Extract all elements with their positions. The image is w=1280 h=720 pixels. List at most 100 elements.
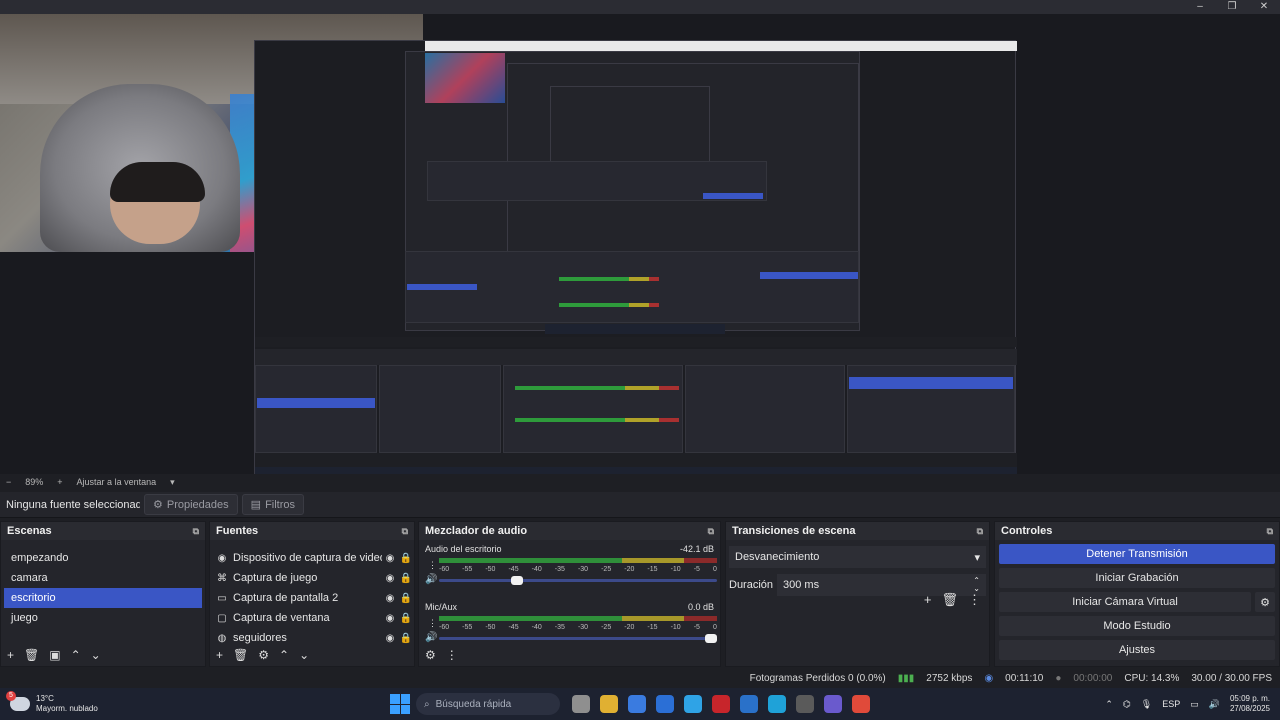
filter-icon: ▤ — [250, 499, 262, 511]
more-icon[interactable]: ⋮ — [968, 592, 981, 608]
source-item[interactable]: ▭ Captura de pantalla 2 ◉ 🔒 — [210, 588, 414, 608]
scene-item-juego[interactable]: juego — [4, 608, 202, 628]
tick: -25 — [601, 624, 612, 631]
lock-icon[interactable]: 🔒 — [398, 593, 414, 604]
undock-icon[interactable]: ⧉ — [193, 526, 199, 537]
lock-icon[interactable]: 🔒 — [398, 553, 414, 564]
volume-slider[interactable] — [439, 576, 717, 585]
undock-icon[interactable]: ⧉ — [402, 526, 408, 537]
context-bar: Ninguna fuente seleccionada ⚙ Propiedade… — [0, 492, 1280, 518]
taskbar-app-icon[interactable] — [768, 695, 786, 713]
start-recording-button[interactable]: Iniciar Grabación — [999, 568, 1275, 588]
undock-icon[interactable]: ⧉ — [977, 526, 983, 537]
chevron-down-icon[interactable]: ⌄ — [91, 648, 101, 662]
filters-button[interactable]: ▤ Filtros — [241, 494, 305, 515]
speaker-icon[interactable]: 🔊 — [425, 632, 437, 643]
eye-icon[interactable]: ◉ — [382, 553, 398, 564]
taskbar-app-icon[interactable] — [600, 695, 618, 713]
more-icon[interactable]: ⋮ — [428, 560, 437, 571]
stop-stream-button[interactable]: Detener Transmisión — [999, 544, 1275, 564]
windows-start-icon[interactable] — [390, 694, 410, 714]
volume-slider[interactable] — [439, 634, 717, 643]
network-icon[interactable]: ⌬ — [1123, 699, 1131, 710]
scene-item-escritorio[interactable]: escritorio — [4, 588, 202, 608]
settings-icon[interactable]: ⚙ — [425, 648, 436, 662]
tick: -55 — [462, 566, 473, 573]
close-button[interactable]: ✕ — [1248, 0, 1280, 14]
trash-icon[interactable]: 🗑 — [24, 648, 39, 662]
eye-icon[interactable]: ◉ — [382, 593, 398, 604]
taskbar-app-icon[interactable] — [628, 695, 646, 713]
properties-button[interactable]: ⚙ Propiedades — [144, 494, 238, 515]
add-icon[interactable]: + — [216, 648, 223, 662]
gear-icon: ⚙ — [1260, 596, 1270, 609]
eye-icon[interactable]: ◉ — [382, 633, 398, 644]
source-item[interactable]: ◉ Dispositivo de captura de video 3 ◉ 🔒 — [210, 548, 414, 568]
language-indicator[interactable]: ESP — [1162, 699, 1180, 709]
transition-select[interactable]: Desvanecimiento ▾ — [729, 546, 986, 568]
tick: -25 — [601, 566, 612, 573]
zoom-out-button[interactable]: − — [6, 477, 11, 487]
virtual-camera-settings-button[interactable]: ⚙ — [1255, 592, 1275, 612]
weather-widget[interactable]: 5 13°C Mayorm. nublado — [0, 691, 390, 714]
zoom-fit-label[interactable]: Ajustar a la ventana — [77, 477, 157, 487]
taskbar-app-icon[interactable] — [656, 695, 674, 713]
source-item[interactable]: ⌘ Captura de juego ◉ 🔒 — [210, 568, 414, 588]
start-virtual-camera-button[interactable]: Iniciar Cámara Virtual — [999, 592, 1251, 612]
source-item[interactable]: ▢ Captura de ventana ◉ 🔒 — [210, 608, 414, 628]
chevron-up-icon[interactable]: ⌃ — [71, 648, 81, 662]
volume-thumb[interactable] — [705, 634, 717, 643]
studio-mode-button[interactable]: Modo Estudio — [999, 616, 1275, 636]
trash-icon[interactable]: 🗑 — [941, 592, 958, 608]
scene-item-camara[interactable]: camara — [4, 568, 202, 588]
preview-canvas[interactable] — [0, 14, 1280, 485]
maximize-button[interactable]: ❐ — [1216, 0, 1248, 14]
eye-icon[interactable]: ◉ — [382, 573, 398, 584]
scene-item-empezando[interactable]: empezando — [4, 548, 202, 568]
trash-icon[interactable]: 🗑 — [233, 648, 248, 662]
chevron-up-icon[interactable]: ⌃ — [1105, 699, 1113, 710]
lock-icon[interactable]: 🔒 — [398, 573, 414, 584]
stream-icon: ◉ — [984, 672, 994, 684]
nested-bed-thumb — [425, 53, 505, 103]
taskbar-search[interactable]: ⌕ Búsqueda rápida — [416, 693, 560, 715]
mixer-header: Mezclador de audio ⧉ — [419, 522, 720, 540]
taskbar-app-icon[interactable] — [852, 695, 870, 713]
duration-label: Duración — [729, 579, 774, 591]
settings-button[interactable]: Ajustes — [999, 640, 1275, 660]
speaker-icon[interactable]: 🔊 — [425, 574, 437, 585]
add-icon[interactable]: + — [7, 648, 14, 662]
taskbar-app-icon[interactable] — [824, 695, 842, 713]
lock-icon[interactable]: 🔒 — [398, 633, 414, 644]
undock-icon[interactable]: ⧉ — [708, 526, 714, 537]
filter-icon[interactable]: ▣ — [49, 648, 60, 662]
mixer-channel-desktop: Audio del escritorio -42.1 dB ⋮ -60 -55 … — [419, 544, 720, 598]
more-icon[interactable]: ⋮ — [446, 648, 458, 662]
spin-arrows-icon[interactable]: ⌃ ⌄ — [973, 577, 980, 593]
clock[interactable]: 05:09 p. m. 27/08/2025 — [1230, 694, 1270, 714]
nested-taskbar — [545, 324, 725, 334]
display-icon[interactable]: ▭ — [1190, 699, 1199, 710]
taskbar-app-icon[interactable] — [684, 695, 702, 713]
search-placeholder: Búsqueda rápida — [435, 698, 512, 710]
chevron-up-icon[interactable]: ⌃ — [279, 648, 289, 662]
volume-icon[interactable]: 🔊 — [1209, 699, 1220, 710]
webcam-person-hair — [110, 162, 205, 202]
minimize-button[interactable]: – — [1184, 0, 1216, 14]
more-icon[interactable]: ⋮ — [428, 618, 437, 629]
taskbar-app-icon[interactable] — [712, 695, 730, 713]
undock-icon[interactable]: ⧉ — [1267, 526, 1273, 537]
mic-icon[interactable]: 🎙 — [1141, 699, 1152, 710]
nested-context — [255, 349, 1017, 365]
gear-icon[interactable]: ⚙ — [258, 648, 269, 662]
chevron-down-icon[interactable]: ⌄ — [299, 648, 309, 662]
taskbar-app-icon[interactable] — [572, 695, 590, 713]
zoom-dropdown-icon[interactable]: ▾ — [170, 477, 175, 488]
volume-thumb[interactable] — [511, 576, 523, 585]
eye-icon[interactable]: ◉ — [382, 613, 398, 624]
taskbar-app-icon[interactable] — [740, 695, 758, 713]
zoom-in-button[interactable]: + — [57, 477, 62, 487]
lock-icon[interactable]: 🔒 — [398, 613, 414, 624]
add-icon[interactable]: + — [924, 592, 932, 608]
taskbar-app-icon[interactable] — [796, 695, 814, 713]
